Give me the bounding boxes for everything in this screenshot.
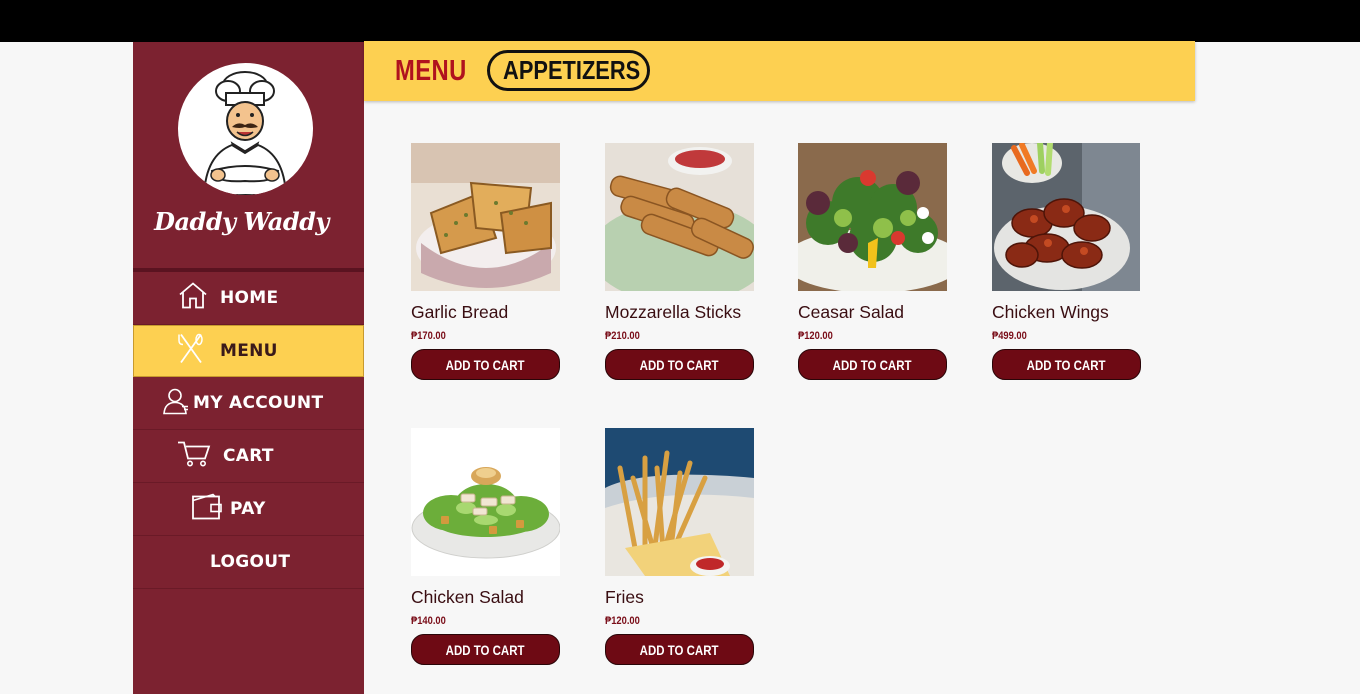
- product-name: Chicken Salad: [411, 587, 524, 607]
- add-to-cart-label: ADD TO CART: [640, 642, 719, 658]
- brand-name: Daddy Waddy: [154, 207, 329, 236]
- product-image[interactable]: [992, 143, 1141, 291]
- product-card-mozzarella-sticks: Mozzarella Sticks ₱210.00 ADD TO CART: [605, 143, 754, 380]
- nav-item-pay[interactable]: PAY: [133, 483, 364, 536]
- product-image[interactable]: [411, 428, 560, 576]
- add-to-cart-button[interactable]: ADD TO CART: [605, 634, 754, 665]
- nav-item-my-account[interactable]: MY ACCOUNT: [133, 377, 364, 430]
- product-image[interactable]: [411, 143, 560, 291]
- product-name: Chicken Wings: [992, 302, 1109, 322]
- home-icon: [178, 282, 208, 315]
- category-label: APPETIZERS: [503, 55, 641, 85]
- nav-item-label: LOGOUT: [210, 552, 291, 572]
- add-to-cart-label: ADD TO CART: [833, 357, 912, 373]
- product-name: Fries: [605, 587, 644, 607]
- product-card-fries: Fries ₱120.00 ADD TO CART: [605, 428, 754, 665]
- wallet-icon: [191, 493, 223, 526]
- add-to-cart-button[interactable]: ADD TO CART: [411, 349, 560, 380]
- add-to-cart-label: ADD TO CART: [446, 642, 525, 658]
- utensils-icon: [177, 333, 205, 370]
- add-to-cart-label: ADD TO CART: [1027, 357, 1106, 373]
- user-icon: [162, 387, 190, 420]
- product-price: ₱140.00: [411, 615, 446, 627]
- product-name: Ceasar Salad: [798, 302, 905, 322]
- chef-logo: [178, 63, 313, 195]
- product-price: ₱120.00: [798, 330, 833, 342]
- category-pill[interactable]: APPETIZERS: [487, 50, 650, 91]
- nav-item-home[interactable]: HOME: [133, 272, 364, 325]
- product-image[interactable]: [605, 143, 754, 291]
- sidebar: Daddy Waddy HOME MENU MY ACCOUNT CART PA…: [133, 42, 364, 694]
- menu-header: MENU APPETIZERS: [364, 41, 1195, 101]
- nav-item-label: MY ACCOUNT: [193, 393, 324, 413]
- product-image[interactable]: [605, 428, 754, 576]
- add-to-cart-button[interactable]: ADD TO CART: [992, 349, 1141, 380]
- sidebar-nav: HOME MENU MY ACCOUNT CART PAY LOGOUT: [133, 272, 364, 589]
- product-card-ceasar-salad: Ceasar Salad ₱120.00 ADD TO CART: [798, 143, 947, 380]
- product-price: ₱120.00: [605, 615, 640, 627]
- product-card-garlic-bread: Garlic Bread ₱170.00 ADD TO CART: [411, 143, 560, 380]
- product-name: Garlic Bread: [411, 302, 509, 322]
- product-price: ₱499.00: [992, 330, 1027, 342]
- nav-item-logout[interactable]: LOGOUT: [133, 536, 364, 589]
- product-card-chicken-salad: Chicken Salad ₱140.00 ADD TO CART: [411, 428, 560, 665]
- add-to-cart-label: ADD TO CART: [640, 357, 719, 373]
- top-bar: [0, 0, 1360, 42]
- nav-item-menu[interactable]: MENU: [133, 325, 364, 377]
- product-image[interactable]: [798, 143, 947, 291]
- nav-item-label: MENU: [220, 341, 278, 361]
- nav-item-cart[interactable]: CART: [133, 430, 364, 483]
- product-price: ₱170.00: [411, 330, 446, 342]
- nav-item-label: HOME: [220, 288, 279, 308]
- nav-item-label: PAY: [230, 499, 266, 519]
- cart-icon: [177, 440, 211, 473]
- add-to-cart-button[interactable]: ADD TO CART: [411, 634, 560, 665]
- product-card-chicken-wings: Chicken Wings ₱499.00 ADD TO CART: [992, 143, 1141, 380]
- nav-item-label: CART: [223, 446, 274, 466]
- add-to-cart-label: ADD TO CART: [446, 357, 525, 373]
- add-to-cart-button[interactable]: ADD TO CART: [605, 349, 754, 380]
- product-name: Mozzarella Sticks: [605, 302, 742, 322]
- page-title: MENU: [395, 55, 467, 87]
- product-price: ₱210.00: [605, 330, 640, 342]
- add-to-cart-button[interactable]: ADD TO CART: [798, 349, 947, 380]
